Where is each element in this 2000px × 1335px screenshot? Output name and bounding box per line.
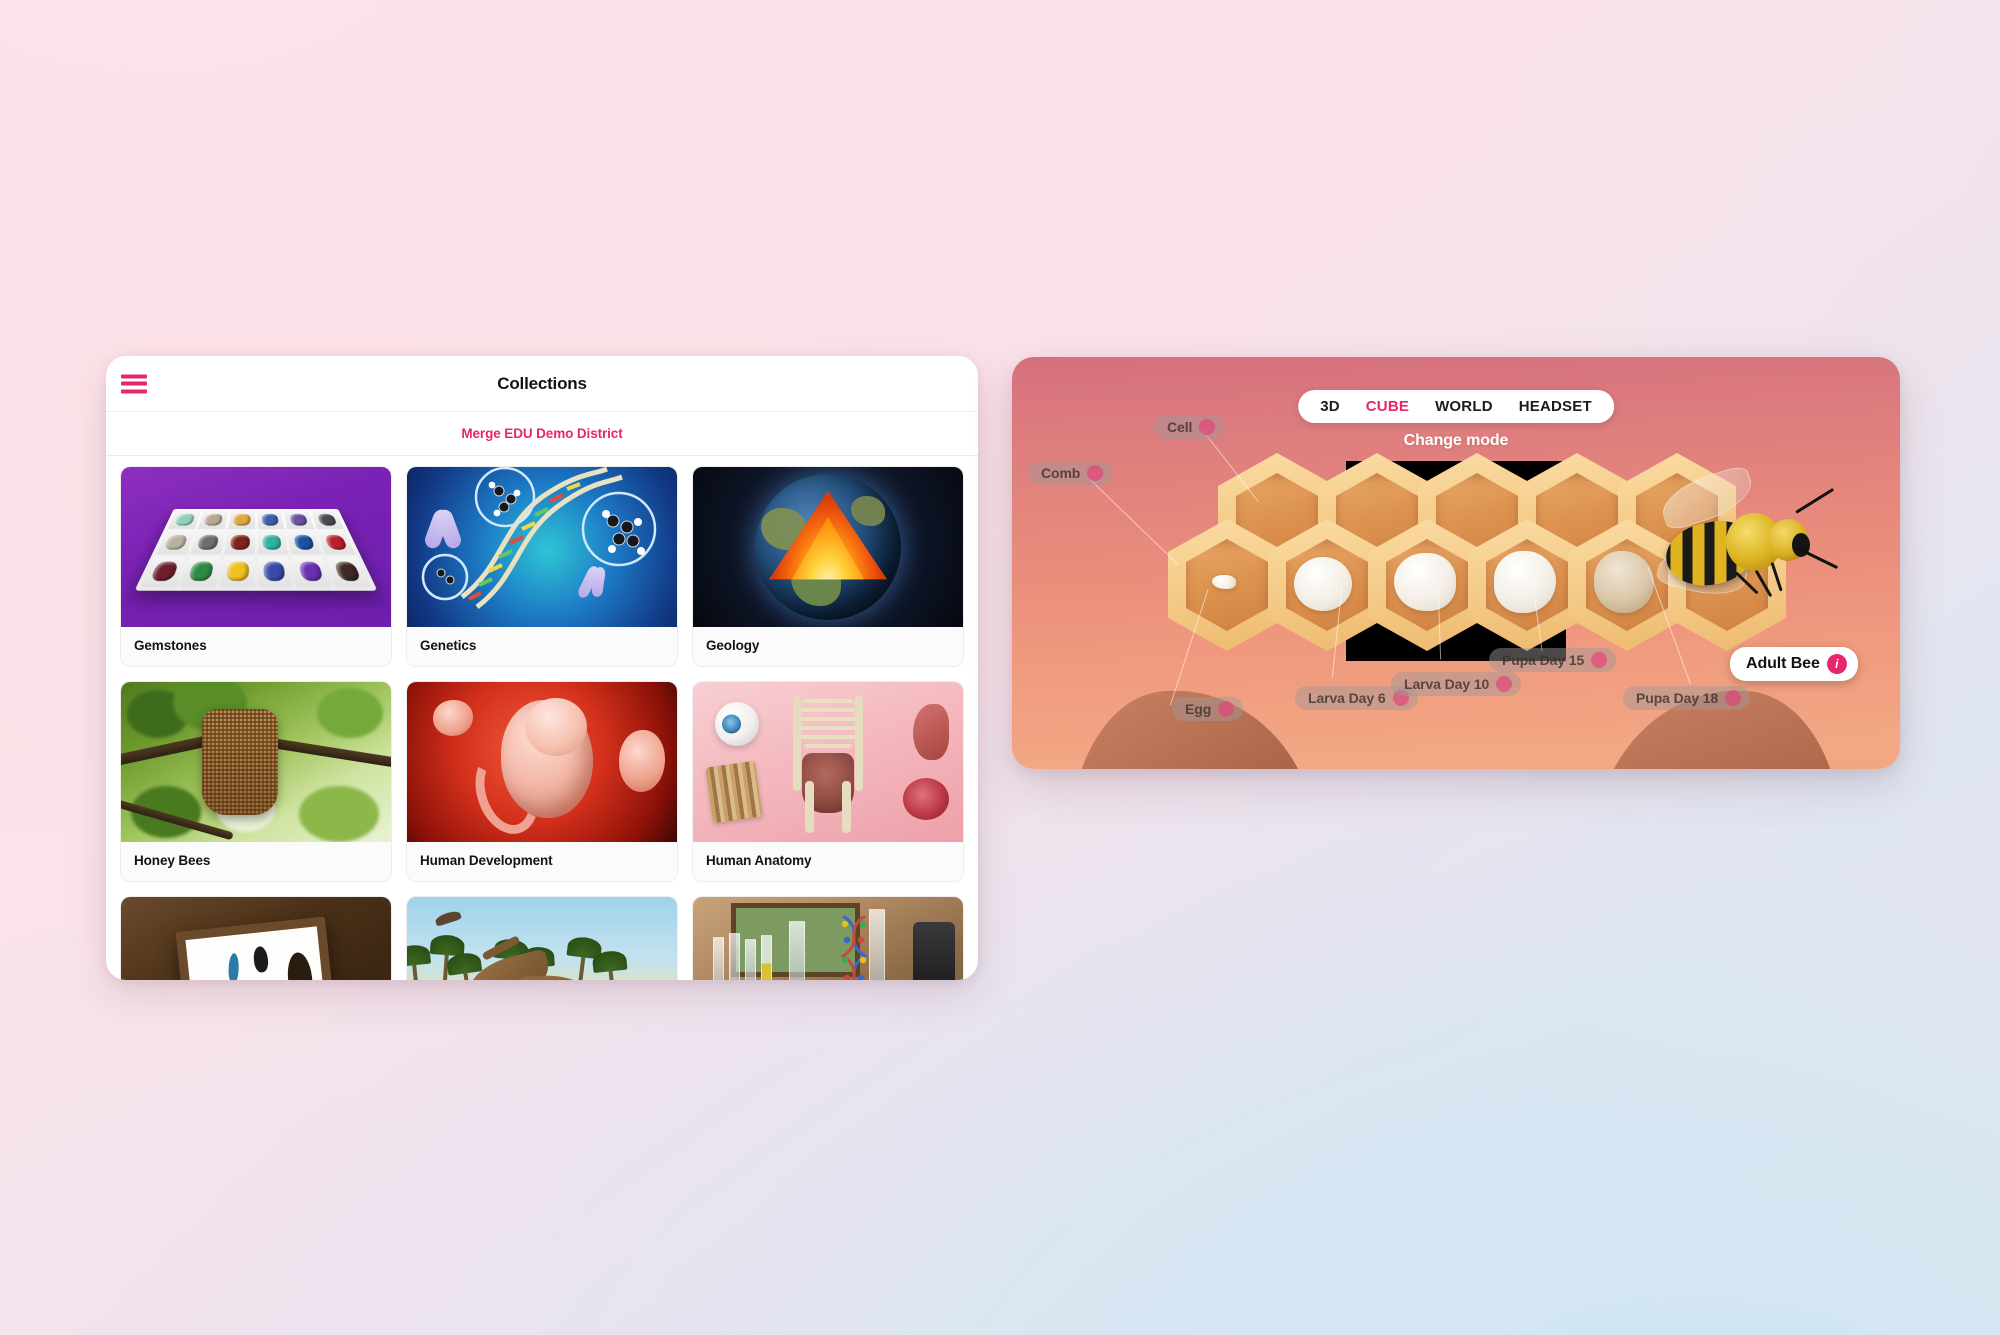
info-icon[interactable]	[1826, 654, 1847, 674]
hamburger-bar	[121, 389, 147, 393]
mode-option-cube[interactable]: CUBE	[1366, 398, 1409, 415]
mode-option-headset[interactable]: HEADSET	[1519, 398, 1592, 415]
info-dot-icon[interactable]	[1218, 701, 1235, 717]
pterosaur-model	[462, 934, 600, 980]
collection-card-gemstones[interactable]: Gemstones	[120, 466, 392, 667]
hotspot-egg[interactable]: Egg	[1172, 697, 1244, 721]
collections-grid: Gemstones Genetics Geology Honey Bees Hu…	[120, 466, 964, 980]
fetus-head-shape	[524, 697, 587, 756]
earth-cutaway-image	[693, 467, 963, 627]
gemstone-tray-image	[121, 467, 391, 627]
human-organs-image	[693, 682, 963, 842]
hotspot-pupa-day-18[interactable]: Pupa Day 18	[1623, 686, 1751, 710]
hotspot-label: Larva Day 6	[1308, 690, 1386, 706]
beehive-shape	[201, 709, 278, 815]
dna-model	[839, 914, 869, 980]
info-dot-icon[interactable]	[1199, 419, 1216, 435]
hamburger-bar	[121, 374, 147, 378]
fetus-development-image	[407, 682, 677, 842]
skin-cross-section-model	[705, 760, 763, 824]
hamburger-bar	[121, 381, 147, 386]
insect-display-case	[175, 916, 337, 980]
beehive-on-branch-image	[121, 682, 391, 842]
collection-card-science-lab[interactable]: Science Lab	[692, 896, 964, 980]
leader-line	[1089, 479, 1179, 565]
pterosaur-beach-image	[407, 897, 677, 980]
change-mode-caption: Change mode	[1403, 432, 1509, 449]
collection-card-human-anatomy[interactable]: Human Anatomy	[692, 681, 964, 882]
hotspot-label: Pupa Day 18	[1636, 690, 1719, 706]
late-embryo-shape	[619, 730, 665, 792]
hotspot-label: Pupa Day 15	[1502, 652, 1585, 668]
left-hand	[1051, 676, 1335, 769]
hotspot-label: Comb	[1041, 465, 1081, 481]
collection-card-prehistoric[interactable]: Prehistoric Life	[406, 896, 678, 980]
hotspot-adult-bee[interactable]: Adult Bee	[1730, 647, 1858, 681]
hotspot-label: Adult Bee	[1746, 655, 1820, 672]
ar-camera-feed: 3D CUBE WORLD HEADSET Change mode Cell C…	[1012, 357, 1900, 769]
honeycomb-model	[1168, 453, 1786, 683]
collection-label: Honey Bees	[121, 842, 391, 881]
district-bar: Merge EDU Demo District	[106, 412, 978, 456]
lung-model	[913, 704, 949, 760]
skeleton-model	[789, 691, 867, 833]
collection-card-human-development[interactable]: Human Development	[406, 681, 678, 882]
mode-switcher[interactable]: 3D CUBE WORLD HEADSET	[1298, 390, 1614, 423]
info-dot-icon[interactable]	[1725, 690, 1742, 706]
hotspot-label: Cell	[1167, 419, 1193, 435]
hotspot-pupa-day-15[interactable]: Pupa Day 15	[1489, 648, 1617, 672]
collections-app-window: Collections Merge EDU Demo District Gems…	[106, 356, 978, 980]
collection-card-geology[interactable]: Geology	[692, 466, 964, 667]
larva-day6-model	[1294, 557, 1352, 611]
dna-helix-image	[407, 467, 677, 627]
mode-option-3d[interactable]: 3D	[1320, 398, 1340, 415]
dna-helix-graphic	[421, 467, 657, 609]
microscope-model	[913, 921, 955, 980]
hotspot-cell[interactable]: Cell	[1154, 415, 1225, 439]
hotspot-comb[interactable]: Comb	[1028, 461, 1113, 485]
collection-label: Genetics	[407, 627, 677, 666]
early-embryo-shape	[433, 700, 473, 736]
collection-label: Geology	[693, 627, 963, 666]
blood-vessel-model	[903, 778, 949, 820]
collection-card-genetics[interactable]: Genetics	[406, 466, 678, 667]
app-header: Collections	[106, 356, 978, 412]
adult-bee-model	[1654, 463, 1839, 604]
collections-scroll-area[interactable]: Gemstones Genetics Geology Honey Bees Hu…	[106, 456, 978, 980]
mode-option-world[interactable]: WORLD	[1435, 398, 1493, 415]
hotspot-larva-day-10[interactable]: Larva Day 10	[1391, 672, 1522, 696]
egg-model	[1212, 575, 1236, 589]
page-title: Collections	[497, 373, 587, 393]
larva-day10-model	[1394, 553, 1456, 611]
pupa-day18-model	[1594, 551, 1654, 613]
pupa-day15-model	[1494, 551, 1556, 613]
chemistry-lab-bench-image	[693, 897, 963, 980]
hamburger-menu-icon[interactable]	[121, 374, 147, 393]
collection-card-insects[interactable]: Insects	[120, 896, 392, 980]
collection-card-honey-bees[interactable]: Honey Bees	[120, 681, 392, 882]
collection-label: Gemstones	[121, 627, 391, 666]
info-dot-icon[interactable]	[1496, 676, 1513, 692]
hotspot-label: Egg	[1185, 701, 1212, 717]
info-dot-icon[interactable]	[1591, 652, 1608, 668]
insect-display-frame-image	[121, 897, 391, 980]
collection-label: Human Development	[407, 842, 677, 881]
collection-label: Human Anatomy	[693, 842, 963, 881]
gemstone-tray	[134, 508, 378, 591]
district-name[interactable]: Merge EDU Demo District	[461, 426, 622, 441]
ar-viewer-window: 3D CUBE WORLD HEADSET Change mode Cell C…	[1012, 357, 1900, 769]
info-dot-icon[interactable]	[1087, 465, 1104, 481]
hotspot-label: Larva Day 10	[1404, 676, 1490, 692]
eyeball-model	[715, 702, 759, 746]
